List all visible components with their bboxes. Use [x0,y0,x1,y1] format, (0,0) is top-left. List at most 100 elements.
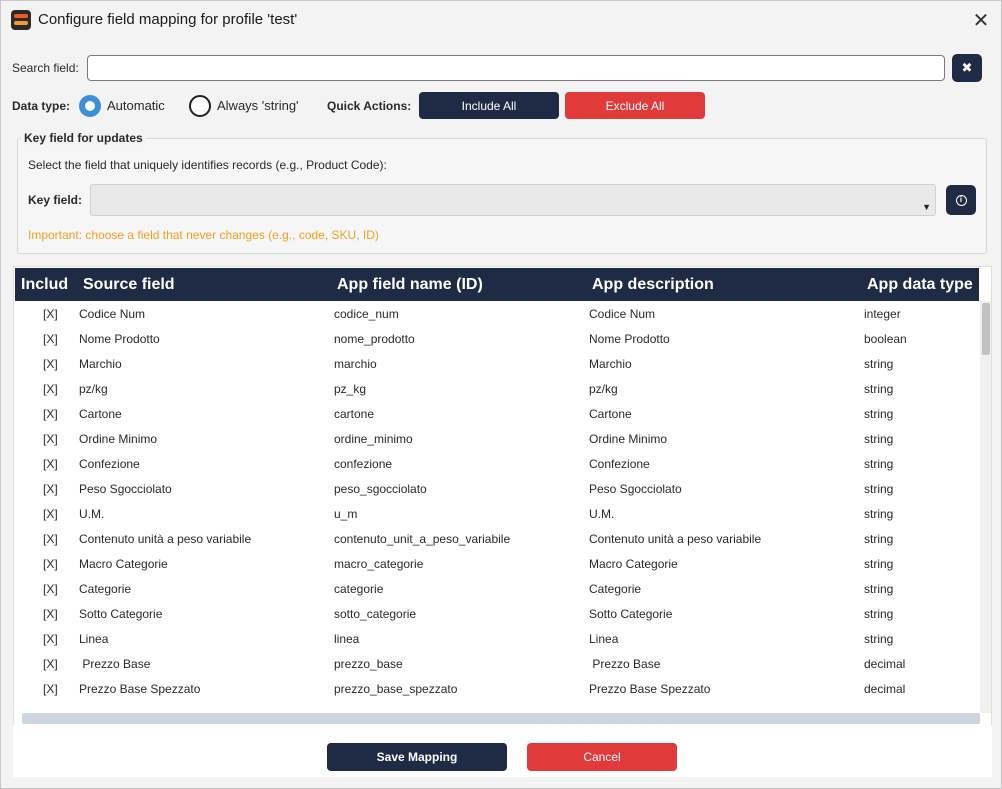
row-app-field-name: cartone [334,407,375,421]
table-row[interactable]: [X] Contenuto unità a peso variabile conte… [15,526,979,551]
search-input[interactable] [87,55,945,81]
row-include[interactable]: [X] [43,557,58,571]
row-source-field: Macro Categorie [79,557,168,571]
row-include[interactable]: [X] [43,307,58,321]
radio-always-string[interactable] [189,95,211,117]
title-bar: Configure field mapping for profile 'tes… [1,1,1001,39]
table-row[interactable]: [X] Cartone cartone Cartone string [15,401,979,426]
row-app-description: Categorie [589,582,642,596]
row-app-data-type: string [864,632,894,646]
row-app-description: Prezzo Base [589,657,661,671]
row-app-field-name: nome_prodotto [334,332,415,346]
row-app-data-type: decimal [864,657,906,671]
table-row[interactable]: [X] Marchio marchio Marchio string [15,351,979,376]
row-app-description: Peso Sgocciolato [589,482,682,496]
table-row[interactable]: [X] Codice Num codice_num Codice Num integer [15,301,979,326]
row-app-data-type: string [864,482,894,496]
table-row[interactable]: [X] Macro Categorie macro_categorie Macro C… [15,551,979,576]
table-row[interactable]: [X] Peso Sgocciolato peso_sgocciolato Peso … [15,476,979,501]
app-logo-icon [11,10,31,30]
row-app-field-name: peso_sgocciolato [334,482,427,496]
column-app-field-name[interactable]: App field name (ID) [337,276,483,294]
row-app-description: Linea [589,632,619,646]
row-app-data-type: string [864,582,894,596]
row-app-data-type: string [864,407,894,421]
column-source-field[interactable]: Source field [83,276,175,294]
key-field-info-button[interactable]: i [946,185,976,215]
row-app-description: Sotto Categorie [589,607,673,621]
row-include[interactable]: [X] [43,657,58,671]
table-row[interactable]: [X] Ordine Minimo ordine_minimo Ordine Mini… [15,426,979,451]
row-source-field: Ordine Minimo [79,432,158,446]
row-include[interactable]: [X] [43,682,58,696]
row-include[interactable]: [X] [43,632,58,646]
row-source-field: Prezzo Base [79,657,151,671]
radio-automatic[interactable] [79,95,101,117]
key-field-dropdown[interactable]: ▼ [90,184,936,216]
row-include[interactable]: [X] [43,357,58,371]
row-app-data-type: string [864,557,894,571]
row-app-data-type: decimal [864,682,906,696]
table-row[interactable]: [X] Nome Prodotto nome_prodotto Nome Prodot… [15,326,979,351]
row-app-data-type: integer [864,307,901,321]
cancel-button[interactable]: Cancel [527,743,677,771]
row-include[interactable]: [X] [43,532,58,546]
close-icon[interactable]: ✕ [967,7,995,33]
row-app-data-type: string [864,532,894,546]
row-source-field: Prezzo Base Spezzato [79,682,201,696]
table-header: Includ Source field App field name (ID) … [15,268,979,301]
row-app-description: Macro Categorie [589,557,678,571]
row-app-description: Nome Prodotto [589,332,670,346]
horizontal-scrollbar[interactable] [22,713,980,724]
row-app-description: Contenuto unità a peso variabile [589,532,762,546]
column-app-data-type[interactable]: App data type [867,276,973,294]
row-include[interactable]: [X] [43,507,58,521]
clear-icon: ✖ [961,60,973,75]
row-include[interactable]: [X] [43,432,58,446]
table-row[interactable]: [X] Categorie categorie Categorie string [15,576,979,601]
mapping-dialog: Configure field mapping for profile 'tes… [0,0,1002,789]
radio-automatic-label[interactable]: Automatic [107,98,165,113]
save-mapping-button[interactable]: Save Mapping [327,743,507,771]
row-app-field-name: prezzo_base_spezzato [334,682,458,696]
row-include[interactable]: [X] [43,332,58,346]
row-app-data-type: string [864,382,894,396]
row-include[interactable]: [X] [43,582,58,596]
row-include[interactable]: [X] [43,457,58,471]
table-body: [X] Codice Num codice_num Codice Num integer… [15,301,979,713]
row-source-field: Contenuto unità a peso variabile [79,532,252,546]
column-include[interactable]: Includ [21,276,68,294]
row-app-data-type: string [864,357,894,371]
row-app-data-type: boolean [864,332,907,346]
row-include[interactable]: [X] [43,482,58,496]
row-app-description: Codice Num [589,307,656,321]
include-all-button[interactable]: Include All [419,92,559,119]
table-row[interactable]: [X] Linea linea Linea string [15,626,979,651]
exclude-all-button[interactable]: Exclude All [565,92,705,119]
column-app-description[interactable]: App description [592,276,714,294]
table-row[interactable]: [X] Sotto Categorie sotto_categorie Sotto C… [15,601,979,626]
row-app-description: Cartone [589,407,632,421]
row-app-data-type: string [864,507,894,521]
quick-actions-label: Quick Actions: [327,99,412,113]
vertical-scrollbar[interactable] [980,301,991,713]
row-app-field-name: u_m [334,507,358,521]
key-field-group-title: Key field for updates [21,131,146,145]
dialog-footer: Save Mapping Cancel [13,725,992,777]
table-row[interactable]: [X] Prezzo Base Spezzato prezzo_base_spezz… [15,676,979,701]
row-include[interactable]: [X] [43,382,58,396]
clear-search-button[interactable]: ✖ [952,54,982,82]
table-row[interactable]: [X] U.M. u_m U.M. string [15,501,979,526]
row-include[interactable]: [X] [43,607,58,621]
row-source-field: Confezione [79,457,140,471]
radio-always-string-label[interactable]: Always 'string' [217,98,299,113]
vertical-scroll-thumb[interactable] [982,303,990,355]
table-row[interactable]: [X] pz/kg pz_kg pz/kg string [15,376,979,401]
table-row[interactable]: [X] Confezione confezione Confezione string [15,451,979,476]
row-app-data-type: string [864,457,894,471]
row-app-data-type: string [864,607,894,621]
row-app-field-name: sotto_categorie [334,607,417,621]
table-row[interactable]: [X] Prezzo Base prezzo_base Prezzo Base de… [15,651,979,676]
row-include[interactable]: [X] [43,407,58,421]
key-field-description: Select the field that uniquely identifie… [28,158,387,172]
